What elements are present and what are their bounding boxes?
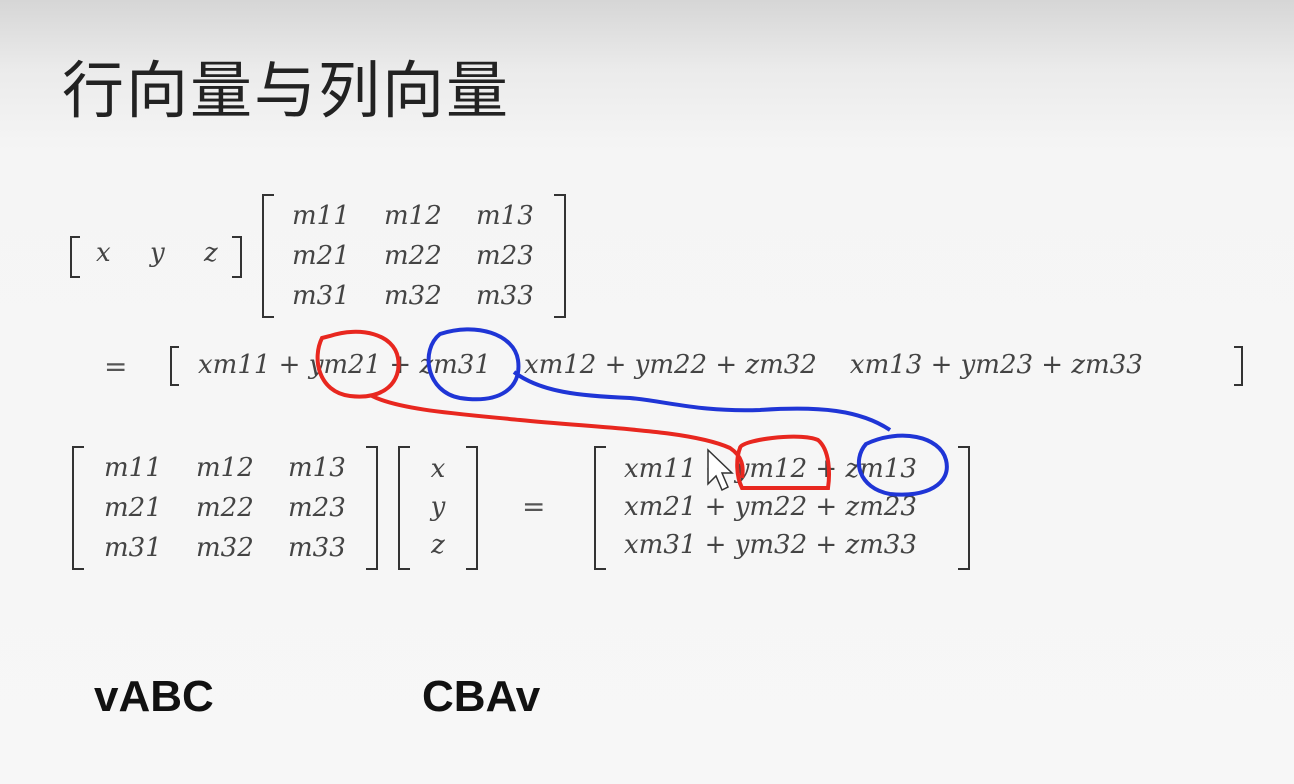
red-circle-ym21 [315,329,401,399]
blue-circle-zm31 [426,327,521,402]
label-vabc: vABC [94,672,214,721]
label-cbav: CBAv [422,672,541,721]
red-box-ym12 [735,434,831,490]
blue-circle-zm13 [856,433,949,497]
annotation-layer [315,327,949,497]
mouse-cursor-icon [707,448,734,492]
blue-connector [512,370,892,432]
red-connector [371,394,745,479]
